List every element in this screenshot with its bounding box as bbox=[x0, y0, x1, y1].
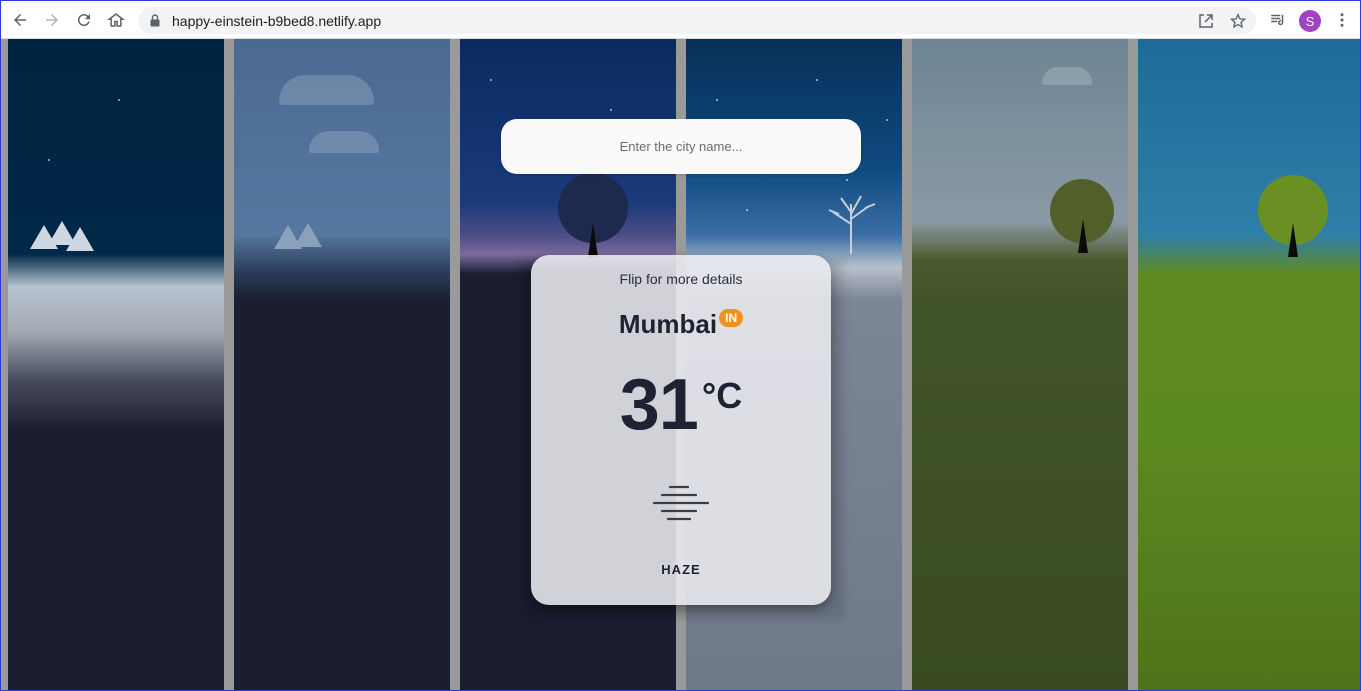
temperature-unit: °C bbox=[701, 375, 743, 416]
address-bar[interactable]: happy-einstein-b9bed8.netlify.app bbox=[138, 7, 1256, 34]
open-external-icon[interactable] bbox=[1197, 12, 1215, 30]
home-icon[interactable] bbox=[105, 9, 127, 31]
city-search-input[interactable] bbox=[501, 119, 861, 174]
temperature-value: 31 bbox=[619, 365, 699, 445]
more-vert-icon[interactable] bbox=[1331, 9, 1353, 31]
flip-hint: Flip for more details bbox=[619, 271, 743, 287]
temperature-row: 31 °C bbox=[531, 369, 831, 441]
url-text[interactable]: happy-einstein-b9bed8.netlify.app bbox=[172, 13, 381, 29]
country-badge: IN bbox=[719, 309, 744, 327]
lock-icon[interactable] bbox=[150, 14, 160, 32]
forward-icon[interactable] bbox=[41, 9, 63, 31]
weather-condition: HAZE bbox=[661, 562, 701, 577]
avatar[interactable]: S bbox=[1299, 10, 1321, 32]
reload-icon[interactable] bbox=[73, 9, 95, 31]
city-row: Mumbai IN bbox=[531, 309, 831, 340]
scene-panel-night-snow bbox=[8, 39, 224, 690]
scene-panel-dusk-clouds bbox=[234, 39, 450, 690]
media-queue-icon[interactable] bbox=[1267, 9, 1289, 31]
scene-panel-spring-meadow bbox=[1138, 39, 1360, 690]
app-window: happy-einstein-b9bed8.netlify.app S Ente… bbox=[0, 0, 1361, 691]
city-name: Mumbai bbox=[618, 309, 718, 339]
haze-icon bbox=[652, 485, 710, 521]
scene-panel-autumn-hills bbox=[912, 39, 1128, 690]
back-icon[interactable] bbox=[9, 9, 31, 31]
browser-toolbar: happy-einstein-b9bed8.netlify.app S bbox=[1, 1, 1360, 39]
star-icon[interactable] bbox=[1229, 12, 1247, 30]
weather-card[interactable]: Flip for more details Mumbai IN 31 °C HA… bbox=[531, 255, 831, 605]
